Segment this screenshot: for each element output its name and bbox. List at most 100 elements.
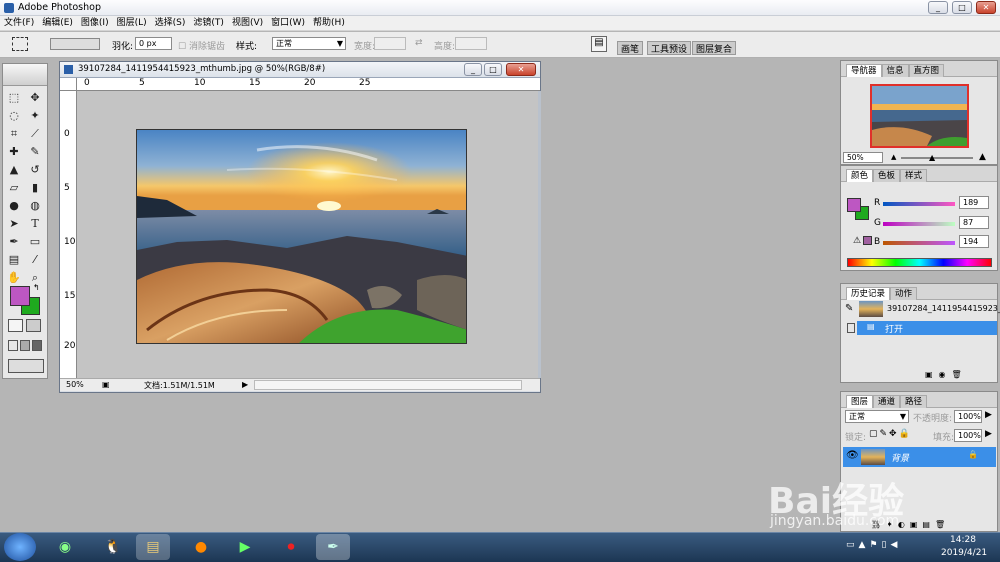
blur-tool-icon[interactable]: ● [5, 197, 23, 214]
explorer-icon[interactable]: ▤ [136, 534, 170, 560]
lock-icons[interactable]: ▢✎✥🔒 [869, 429, 912, 439]
tab-color[interactable]: 颜色 [846, 169, 874, 182]
gradient-tool-icon[interactable]: ▮ [26, 179, 44, 196]
menu-edit[interactable]: 编辑(E) [38, 16, 77, 30]
vertical-scrollbar[interactable] [538, 91, 541, 378]
eye-icon[interactable]: 👁 [846, 450, 859, 461]
history-source-checkbox[interactable] [847, 323, 855, 333]
zoom-out-icon[interactable]: ▲ [891, 153, 896, 161]
g-slider[interactable] [883, 222, 955, 226]
fill-input[interactable]: 100% [954, 429, 982, 442]
status-arrow-icon[interactable]: ▶ [242, 380, 248, 389]
firefox-icon[interactable]: ● [186, 534, 216, 560]
blend-mode-select[interactable]: 正常 ▼ [845, 410, 909, 423]
doc-close-button[interactable]: ✕ [506, 63, 536, 76]
path-select-icon[interactable]: ➤ [5, 215, 23, 232]
gamut-swatch[interactable] [863, 236, 872, 245]
tab-info[interactable]: 信息 [881, 64, 909, 77]
eyedropper-icon[interactable]: ⁄ [26, 251, 44, 268]
tab-navigator[interactable]: 导航器 [846, 64, 882, 77]
g-value[interactable]: 87 [959, 216, 989, 229]
horizontal-scrollbar[interactable] [254, 380, 522, 390]
zoom-slider-thumb[interactable]: ▲ [929, 153, 935, 162]
doc-maximize-button[interactable]: □ [484, 63, 502, 76]
swap-icon[interactable]: ⇄ [415, 38, 423, 48]
menu-view[interactable]: 视图(V) [228, 16, 267, 30]
tab-paths[interactable]: 路径 [900, 395, 928, 408]
history-item[interactable]: ▤ 打开 [857, 321, 997, 335]
antialias-checkbox[interactable]: ☐ 消除锯齿 [178, 39, 225, 52]
zoom-slider[interactable] [901, 157, 973, 159]
height-input[interactable] [455, 37, 487, 50]
layer-row[interactable]: 👁 背景 🔒 [843, 447, 996, 467]
canvas-area[interactable] [77, 91, 540, 378]
recorder-icon[interactable]: ⏺ [276, 534, 306, 560]
canvas-image[interactable] [136, 129, 467, 344]
ruler-origin[interactable] [60, 78, 77, 91]
tab-layers[interactable]: 图层 [846, 395, 874, 408]
tab-swatches[interactable]: 色板 [873, 169, 901, 182]
tab-tool-presets[interactable]: 工具预设 [647, 41, 692, 55]
taskbar-app-icon[interactable]: ◉ [50, 534, 80, 560]
menu-image[interactable]: 图像(I) [77, 16, 113, 30]
marquee-tool-icon[interactable]: ⬚ [5, 89, 23, 106]
dodge-tool-icon[interactable]: ◍ [26, 197, 44, 214]
eraser-tool-icon[interactable]: ▱ [5, 179, 23, 196]
menu-help[interactable]: 帮助(H) [309, 16, 349, 30]
navigator-thumbnail[interactable] [870, 84, 969, 148]
start-button[interactable] [4, 533, 36, 561]
stamp-tool-icon[interactable]: ▲ [5, 161, 23, 178]
feather-input[interactable]: 0 px [135, 37, 172, 50]
swap-colors-icon[interactable]: ↰ [33, 283, 40, 292]
foreground-color-swatch[interactable] [10, 286, 30, 306]
photoshop-taskbar-icon[interactable]: ✒ [316, 534, 350, 560]
b-value[interactable]: 194 [959, 235, 989, 248]
tab-layer-comps[interactable]: 图层复合 [692, 41, 737, 55]
menu-file[interactable]: 文件(F) [0, 16, 38, 30]
tab-styles[interactable]: 样式 [900, 169, 928, 182]
history-brush-icon[interactable]: ↺ [26, 161, 44, 178]
color-ramp[interactable] [847, 258, 992, 267]
video-app-icon[interactable]: ▶ [230, 534, 260, 560]
crop-tool-icon[interactable]: ⌗ [5, 125, 23, 142]
healing-brush-icon[interactable]: ✚ [5, 143, 23, 160]
fill-arrow-icon[interactable]: ▶ [985, 429, 992, 439]
zoom-in-icon[interactable]: ▲ [979, 152, 986, 162]
opacity-arrow-icon[interactable]: ▶ [985, 410, 992, 420]
shape-tool-icon[interactable]: ▭ [26, 233, 44, 250]
r-value[interactable]: 189 [959, 196, 989, 209]
minimize-button[interactable]: _ [928, 1, 948, 14]
tab-channels[interactable]: 通道 [873, 395, 901, 408]
tab-history[interactable]: 历史记录 [846, 287, 891, 300]
slice-tool-icon[interactable]: ⟋ [26, 125, 44, 142]
qq-icon[interactable]: 🐧 [98, 534, 128, 560]
snapshot-label[interactable]: 39107284_1411954415923_... [887, 304, 1000, 313]
tab-brushes[interactable]: 画笔 [617, 41, 644, 55]
close-button[interactable]: ✕ [976, 1, 996, 14]
selection-mode-buttons[interactable] [50, 38, 100, 50]
move-tool-icon[interactable]: ✥ [26, 89, 44, 106]
type-tool-icon[interactable]: T [26, 215, 44, 232]
jump-to-imageready-button[interactable] [8, 359, 44, 373]
marquee-preset-icon[interactable] [12, 37, 28, 51]
notes-tool-icon[interactable]: ▤ [5, 251, 23, 268]
doc-minimize-button[interactable]: _ [464, 63, 482, 76]
brush-tool-icon[interactable]: ✎ [26, 143, 44, 160]
menu-window[interactable]: 窗口(W) [267, 16, 309, 30]
lasso-tool-icon[interactable]: ◌ [5, 107, 23, 124]
menu-select[interactable]: 选择(S) [151, 16, 190, 30]
quick-mask-buttons[interactable] [8, 319, 42, 333]
tray-icons[interactable]: ▭▲⚑▯◀ [846, 540, 901, 550]
maximize-button[interactable]: □ [952, 1, 972, 14]
magic-wand-icon[interactable]: ✦ [26, 107, 44, 124]
history-brush-source-icon[interactable]: ✎ [845, 303, 853, 314]
width-input[interactable] [374, 37, 406, 50]
opacity-input[interactable]: 100% [954, 410, 982, 423]
menu-filter[interactable]: 滤镜(T) [189, 16, 228, 30]
style-select[interactable]: 正常 ▼ [272, 37, 346, 50]
screen-mode-buttons[interactable] [8, 340, 44, 352]
pen-tool-icon[interactable]: ✒ [5, 233, 23, 250]
tab-histogram[interactable]: 直方图 [908, 64, 945, 77]
gamut-warning-icon[interactable]: ⚠ [853, 236, 861, 246]
r-slider[interactable] [883, 202, 955, 206]
